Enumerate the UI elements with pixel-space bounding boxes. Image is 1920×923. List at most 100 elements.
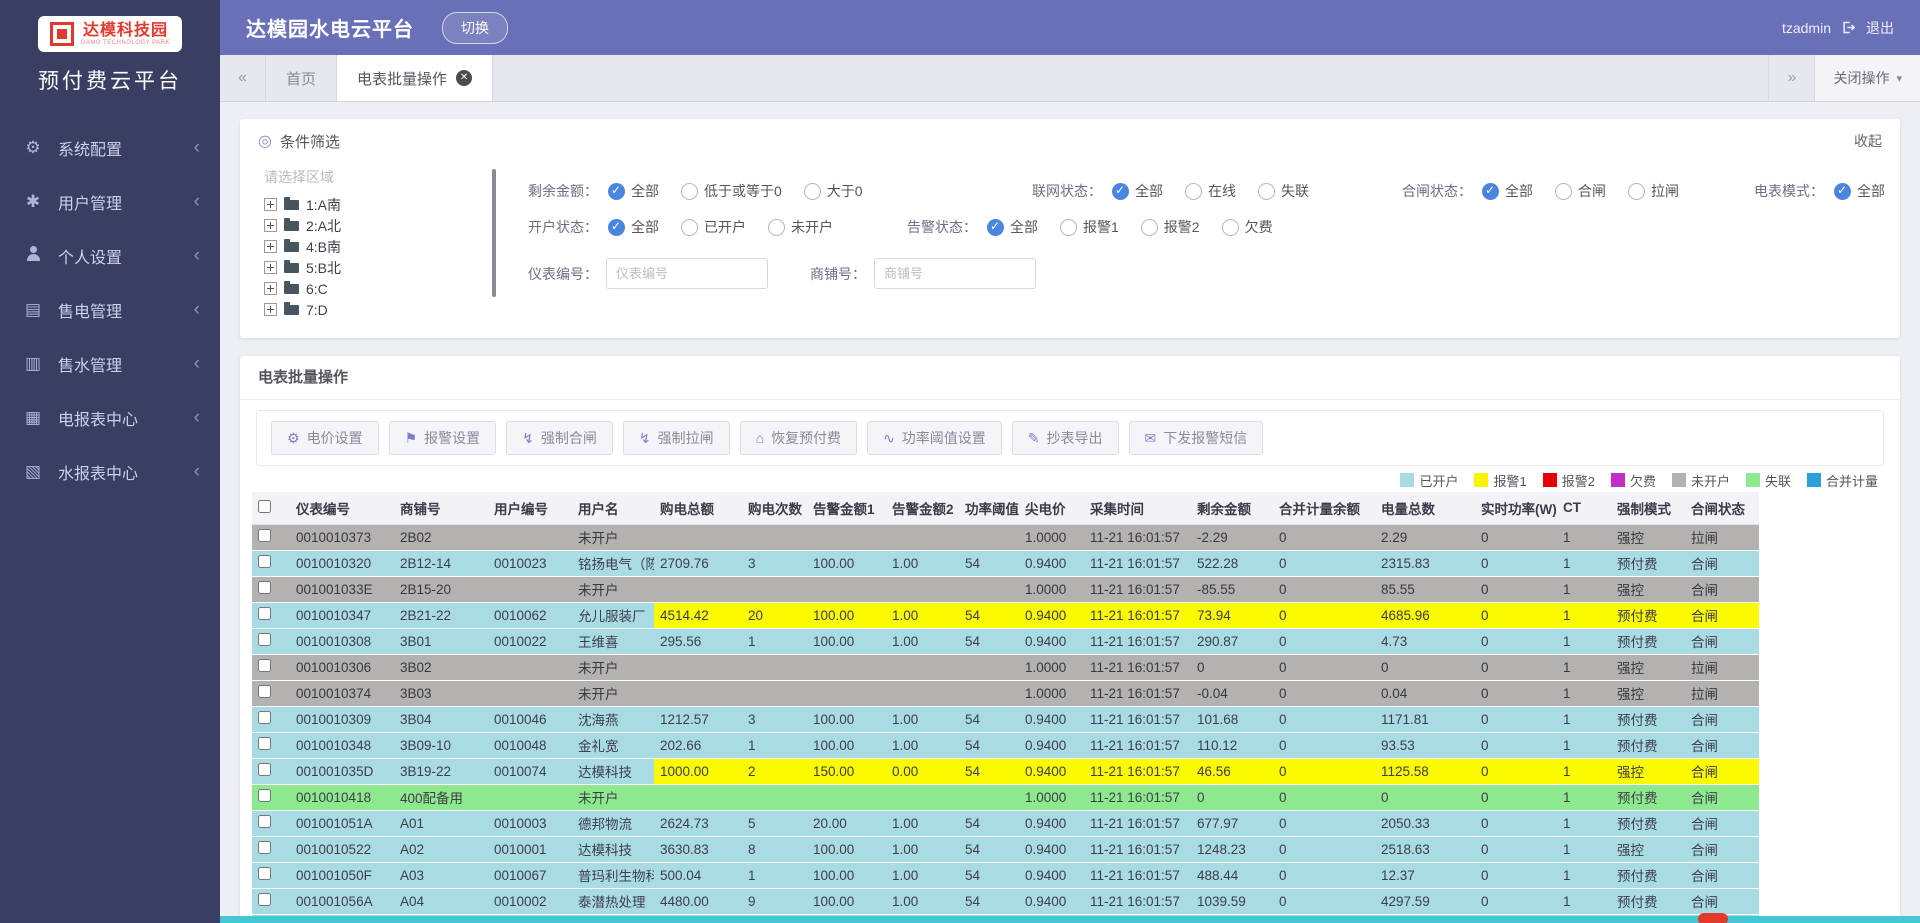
row-checkbox[interactable] [258, 789, 271, 802]
column-header: 合并计量余额 [1273, 492, 1375, 524]
radio-option[interactable]: 全部 [608, 181, 659, 201]
collapse-link[interactable]: 收起 [1854, 131, 1882, 151]
table-cell: 合闸 [1685, 628, 1759, 654]
sidebar-item-7[interactable]: ▧水报表中心‹ [0, 445, 220, 499]
tree-node[interactable]: 5:B北 [264, 257, 484, 278]
radio-option[interactable]: 欠费 [1222, 217, 1273, 237]
table-cell: 拉闸 [1685, 680, 1759, 706]
user-icon [25, 246, 42, 261]
horizontal-scrollbar[interactable] [220, 916, 1920, 923]
table-cell: 3B01 [394, 628, 488, 654]
radio-option[interactable]: 全部 [608, 217, 659, 237]
table-cell: 3B04 [394, 706, 488, 732]
tree-node[interactable]: 4:B南 [264, 236, 484, 257]
row-checkbox[interactable] [258, 893, 271, 906]
tabs-scroll-left-icon[interactable]: « [220, 55, 266, 101]
table-cell: 铭扬电气（陈迂 [572, 550, 654, 576]
tree-scrollbar[interactable] [492, 169, 496, 297]
table-cell: 0 [1475, 524, 1557, 550]
tree-node[interactable]: 6:C [264, 278, 484, 299]
radio-option[interactable]: 报警1 [1060, 217, 1119, 237]
toolbar-button-6[interactable]: ∿功率阈值设置 [867, 421, 1002, 455]
radio-option-label: 全部 [1135, 181, 1163, 201]
table-cell [488, 784, 572, 810]
sidebar-item-5[interactable]: ▥售水管理‹ [0, 337, 220, 391]
tree-expand-icon[interactable] [264, 282, 277, 295]
toolbar-button-2[interactable]: ⚑报警设置 [389, 421, 497, 455]
row-checkbox[interactable] [258, 763, 271, 776]
tree-expand-icon[interactable] [264, 198, 277, 211]
table-cell: 0010003 [488, 810, 572, 836]
legend-item: 合并计量 [1807, 471, 1878, 490]
select-all-checkbox[interactable] [258, 500, 271, 513]
table-cell: 0.9400 [1019, 732, 1084, 758]
toolbar-button-8[interactable]: ✉下发报警短信 [1129, 421, 1264, 455]
tree-node[interactable]: 2:A北 [264, 215, 484, 236]
table-cell: 强控 [1611, 836, 1685, 862]
row-checkbox[interactable] [258, 581, 271, 594]
table-cell [488, 524, 572, 550]
close-tab-icon[interactable]: ✕ [456, 70, 472, 86]
table-cell: 54 [959, 628, 1019, 654]
toolbar-button-1[interactable]: ⚙电价设置 [271, 421, 379, 455]
tree-node[interactable]: 1:A南 [264, 194, 484, 215]
row-checkbox[interactable] [258, 555, 271, 568]
tabs-scroll-right-icon[interactable]: » [1768, 55, 1814, 101]
close-operations-dropdown[interactable]: 关闭操作 ▾ [1814, 55, 1920, 101]
row-checkbox[interactable] [258, 659, 271, 672]
row-checkbox[interactable] [258, 867, 271, 880]
meter-no-input[interactable] [606, 258, 768, 289]
logout-button[interactable]: 退出 [1866, 18, 1894, 38]
radio-option[interactable]: 已开户 [681, 217, 746, 237]
radio-option[interactable]: 低于或等于0 [681, 181, 782, 201]
row-checkbox[interactable] [258, 841, 271, 854]
row-checkbox[interactable] [258, 711, 271, 724]
tree-expand-icon[interactable] [264, 303, 277, 316]
radio-option[interactable]: 失联 [1258, 181, 1309, 201]
tab-1[interactable]: 首页 [266, 55, 337, 101]
table-cell: 1 [1557, 680, 1611, 706]
radio-icon [681, 219, 698, 236]
table-cell: 54 [959, 836, 1019, 862]
toolbar-button-7[interactable]: ✎抄表导出 [1012, 421, 1119, 455]
row-checkbox[interactable] [258, 529, 271, 542]
sidebar-item-2[interactable]: ✱用户管理‹ [0, 175, 220, 229]
table-cell: 1.00 [886, 550, 959, 576]
toolbar-button-4[interactable]: ↯强制拉闸 [623, 421, 730, 455]
shop-no-input[interactable] [874, 258, 1036, 289]
radio-option[interactable]: 报警2 [1141, 217, 1200, 237]
table-cell: 3 [742, 706, 807, 732]
username[interactable]: tzadmin [1782, 20, 1831, 36]
table-cell: 2315.83 [1375, 550, 1475, 576]
sidebar-item-6[interactable]: ▦电报表中心‹ [0, 391, 220, 445]
sidebar-item-1[interactable]: ⚙系统配置‹ [0, 121, 220, 175]
radio-option[interactable]: 未开户 [768, 217, 833, 237]
table-cell: 0 [1475, 706, 1557, 732]
row-checkbox[interactable] [258, 633, 271, 646]
tree-expand-icon[interactable] [264, 261, 277, 274]
tree-expand-icon[interactable] [264, 219, 277, 232]
table-cell: 0010010306 [290, 654, 394, 680]
radio-option[interactable]: 大于0 [804, 181, 863, 201]
radio-option[interactable]: 在线 [1185, 181, 1236, 201]
radio-option[interactable]: 拉闸 [1628, 181, 1679, 201]
switch-button[interactable]: 切换 [442, 12, 508, 44]
row-checkbox[interactable] [258, 737, 271, 750]
row-checkbox[interactable] [258, 607, 271, 620]
tree-node[interactable]: 7:D [264, 299, 484, 320]
row-checkbox-cell [252, 784, 290, 810]
toolbar-button-3[interactable]: ↯强制合闸 [506, 421, 613, 455]
radio-option[interactable]: 全部 [1834, 181, 1885, 201]
tree-expand-icon[interactable] [264, 240, 277, 253]
sidebar-item-4[interactable]: ▤售电管理‹ [0, 283, 220, 337]
filter-group-label: 开户状态： [528, 217, 598, 237]
row-checkbox[interactable] [258, 685, 271, 698]
radio-option[interactable]: 合闸 [1555, 181, 1606, 201]
toolbar-button-5[interactable]: ⌂恢复预付费 [740, 421, 857, 455]
radio-option[interactable]: 全部 [987, 217, 1038, 237]
radio-option[interactable]: 全部 [1112, 181, 1163, 201]
radio-option[interactable]: 全部 [1482, 181, 1533, 201]
row-checkbox[interactable] [258, 815, 271, 828]
tab-2[interactable]: 电表批量操作✕ [337, 55, 493, 101]
sidebar-item-3[interactable]: 个人设置‹ [0, 229, 220, 283]
